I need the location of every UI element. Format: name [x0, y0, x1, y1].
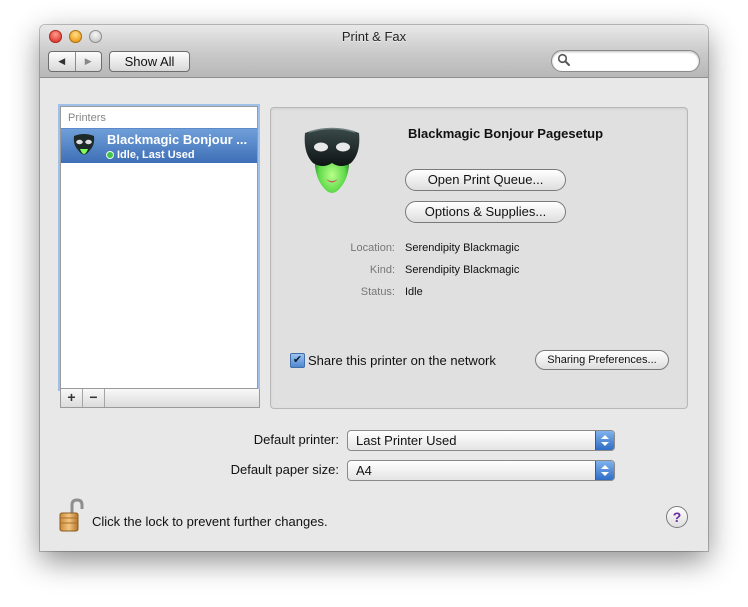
- popup-arrows-icon: [595, 431, 614, 450]
- printer-name: Blackmagic Bonjour ...: [107, 132, 248, 147]
- default-printer-value: Last Printer Used: [356, 433, 457, 448]
- nav-segment: ◀ ▶: [48, 51, 102, 72]
- printer-detail-title: Blackmagic Bonjour Pagesetup: [408, 126, 604, 141]
- share-printer-checkbox[interactable]: ✔: [290, 353, 305, 368]
- printer-detail-panel: Blackmagic Bonjour Pagesetup Open Print …: [270, 107, 688, 409]
- help-button[interactable]: ?: [666, 506, 688, 528]
- chevron-right-icon: ▶: [84, 56, 92, 66]
- mask-printer-icon: [304, 127, 360, 193]
- sharing-preferences-button[interactable]: Sharing Preferences...: [535, 350, 669, 370]
- list-controls: + −: [60, 389, 260, 408]
- status-dot: [107, 152, 113, 158]
- titlebar: Print & Fax ◀ ▶ Show All: [40, 25, 708, 78]
- status-label: Status:: [360, 286, 395, 298]
- up-down-arrows-icon: [601, 465, 609, 476]
- unlocked-lock-icon[interactable]: [59, 498, 85, 532]
- forward-button[interactable]: ▶: [74, 52, 102, 71]
- printer-status: Idle, Last Used: [117, 149, 195, 161]
- search-field[interactable]: [551, 50, 700, 72]
- mask-printer-icon: [73, 134, 95, 155]
- popup-arrows-icon: [595, 461, 614, 480]
- options-supplies-button[interactable]: Options & Supplies...: [405, 201, 566, 223]
- kind-value: Serendipity Blackmagic: [405, 264, 520, 276]
- kind-label: Kind:: [369, 264, 395, 276]
- share-printer-label[interactable]: Share this printer on the network: [308, 353, 496, 368]
- search-icon: [557, 53, 570, 66]
- default-printer-popup[interactable]: Last Printer Used: [347, 430, 615, 451]
- location-label: Location:: [350, 242, 395, 254]
- default-paper-popup[interactable]: A4: [347, 460, 615, 481]
- chevron-left-icon: ◀: [58, 56, 66, 66]
- back-button[interactable]: ◀: [49, 52, 75, 71]
- add-printer-button[interactable]: +: [61, 389, 83, 407]
- lock-text: Click the lock to prevent further change…: [92, 514, 328, 529]
- window-title: Print & Fax: [341, 29, 407, 44]
- printer-row[interactable]: Blackmagic Bonjour ... Idle, Last Used: [61, 128, 257, 163]
- up-down-arrows-icon: [601, 435, 609, 446]
- default-printer-label: Default printer:: [253, 432, 339, 447]
- default-paper-label: Default paper size:: [230, 462, 339, 477]
- remove-printer-button[interactable]: −: [83, 389, 105, 407]
- open-print-queue-button[interactable]: Open Print Queue...: [405, 169, 566, 191]
- status-value: Idle: [405, 286, 423, 298]
- printer-list[interactable]: Printers Blackmagic Bonjour ... Idle, La…: [60, 106, 258, 389]
- default-paper-value: A4: [356, 463, 372, 478]
- print-fax-window: Print & Fax ◀ ▶ Show All Printers Blackm…: [40, 25, 708, 551]
- list-header: Printers: [68, 112, 106, 124]
- search-input[interactable]: [574, 53, 693, 70]
- show-all-button[interactable]: Show All: [109, 51, 190, 72]
- location-value: Serendipity Blackmagic: [405, 242, 520, 254]
